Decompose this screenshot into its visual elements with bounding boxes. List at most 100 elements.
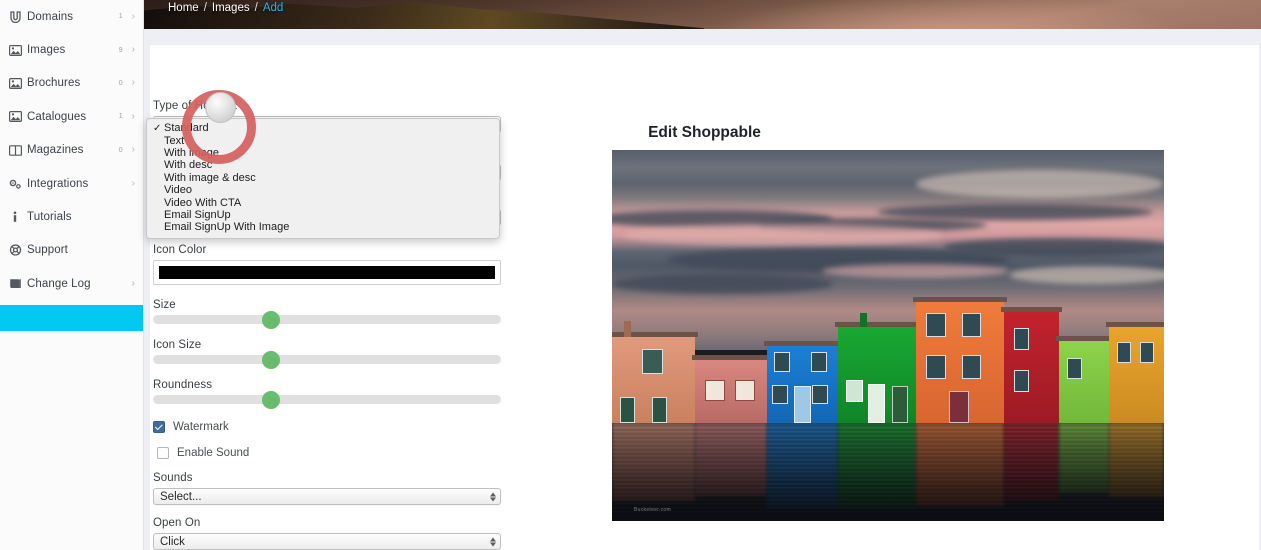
- chevron-right-icon: ›: [131, 44, 135, 56]
- size-label: Size: [153, 299, 176, 311]
- chevron-right-icon: ›: [131, 144, 135, 156]
- slider-track: [153, 315, 501, 324]
- checkmark-icon: ✓: [153, 122, 162, 134]
- chevron-right-icon: ›: [131, 77, 135, 89]
- sidebar-item-change-log[interactable]: Change Log ›: [0, 267, 143, 300]
- dropdown-option-email-signup[interactable]: Email SignUp: [147, 209, 499, 221]
- icon-size-slider[interactable]: [153, 350, 501, 369]
- dropdown-option-video-with-cta[interactable]: Video With CTA: [147, 196, 499, 209]
- dropdown-option-video[interactable]: Video: [147, 184, 499, 196]
- burano-photo: Bucketeer.com: [612, 150, 1164, 521]
- dropdown-option-with-image-and-desc[interactable]: With image & desc: [147, 172, 499, 184]
- shoppable-image-preview[interactable]: Bucketeer.com: [612, 150, 1164, 521]
- slider-thumb[interactable]: [262, 390, 281, 409]
- sidebar-item-badge: 1: [118, 13, 123, 21]
- open-on-select[interactable]: Click: [153, 533, 501, 550]
- window: [734, 379, 756, 402]
- sounds-value: Select...: [160, 490, 202, 503]
- breadcrumb-item-home[interactable]: Home: [168, 2, 199, 14]
- window: [651, 396, 667, 423]
- window: [812, 384, 829, 405]
- sidebar-item-brochures[interactable]: Brochures 0 ›: [0, 67, 143, 100]
- icon-color-input[interactable]: [153, 260, 501, 285]
- sidebar-item-images[interactable]: Images 9 ›: [0, 33, 143, 66]
- sidebar-item-badge: 0: [118, 146, 123, 154]
- house-pink: [691, 354, 770, 423]
- water-shadow: [612, 422, 1164, 521]
- window: [961, 313, 981, 338]
- cursor-pointer-icon: [205, 92, 236, 123]
- house-peach: [612, 320, 698, 423]
- house-green: [835, 312, 919, 423]
- image-watermark: Bucketeer.com: [634, 507, 671, 513]
- open-on-value: Click: [160, 535, 185, 548]
- roof: [691, 354, 770, 360]
- field-icon-size: Icon Size: [153, 339, 503, 369]
- image-icon: [8, 44, 22, 57]
- sidebar-item-badge: 0: [118, 79, 123, 87]
- open-on-label: Open On: [153, 517, 201, 529]
- window: [1116, 342, 1131, 364]
- chevron-right-icon: ›: [131, 10, 135, 22]
- sidebar-active-highlight[interactable]: [0, 305, 143, 331]
- slider-thumb[interactable]: [262, 310, 281, 329]
- sidebar-item-label: Domains: [27, 10, 74, 23]
- breadcrumb-item-add[interactable]: Add: [263, 2, 283, 14]
- window: [1139, 342, 1155, 364]
- watermark-label: Watermark: [173, 421, 229, 433]
- window: [773, 352, 790, 373]
- dropdown-option-email-signup-with-image[interactable]: Email SignUp With Image: [147, 221, 499, 233]
- field-size: Size: [153, 299, 503, 329]
- life-ring-icon: [8, 244, 22, 257]
- dropdown-option-label: Email SignUp With Image: [164, 221, 290, 234]
- breadcrumb-separator: /: [203, 2, 207, 14]
- dropdown-option-with-desc[interactable]: With desc: [147, 159, 499, 171]
- enable-sound-label: Enable Sound: [177, 447, 250, 459]
- slider-track: [153, 355, 501, 364]
- field-roundness: Roundness: [153, 379, 503, 409]
- cloud-shape: [876, 204, 1153, 221]
- slider-thumb[interactable]: [262, 350, 281, 369]
- sidebar-item-integrations[interactable]: Integrations ›: [0, 167, 143, 200]
- sidebar-item-label: Support: [27, 244, 68, 257]
- icon-size-label: Icon Size: [153, 339, 202, 351]
- enable-sound-checkbox[interactable]: [157, 447, 169, 459]
- house-red: [1000, 307, 1063, 423]
- roof: [763, 341, 842, 347]
- window: [846, 380, 864, 402]
- image-icon: [8, 77, 22, 90]
- watermark-checkbox[interactable]: [153, 421, 165, 433]
- sidebar-item-magazines[interactable]: Magazines 0 ›: [0, 134, 143, 167]
- sidebar-item-label: Catalogues: [27, 110, 87, 123]
- app-root: Domains 1 › Images 9 › Brochures 0 › Cat…: [0, 0, 1261, 550]
- house-orange: [912, 297, 1007, 423]
- roof: [835, 321, 919, 327]
- sidebar-item-support[interactable]: Support: [0, 234, 143, 267]
- chevron-right-icon: ›: [131, 110, 135, 122]
- chimney: [623, 320, 631, 337]
- sidebar-item-tutorials[interactable]: Tutorials: [0, 200, 143, 233]
- window: [1013, 327, 1030, 350]
- sidebar-item-label: Images: [27, 44, 66, 57]
- sounds-select[interactable]: Select...: [153, 488, 501, 505]
- field-enable-sound[interactable]: Enable Sound: [153, 447, 503, 459]
- sidebar-item-domains[interactable]: Domains 1 ›: [0, 0, 143, 33]
- header-banner: Home / Images / Add: [144, 0, 1261, 29]
- sidebar-item-badge: 9: [118, 46, 123, 54]
- roundness-slider[interactable]: [153, 390, 501, 409]
- breadcrumb-item-images[interactable]: Images: [212, 2, 250, 14]
- door: [949, 391, 969, 423]
- house-blue: [763, 341, 842, 423]
- chevron-right-icon: ›: [131, 177, 135, 189]
- cloud-shape: [821, 264, 1010, 279]
- cloud-shape: [623, 224, 944, 247]
- breadcrumb: Home / Images / Add: [168, 2, 283, 14]
- book-icon: [8, 277, 22, 290]
- sidebar: Domains 1 › Images 9 › Brochures 0 › Cat…: [0, 0, 144, 550]
- field-watermark[interactable]: Watermark: [153, 421, 503, 433]
- size-slider[interactable]: [153, 310, 501, 329]
- sidebar-item-catalogues[interactable]: Catalogues 1 ›: [0, 100, 143, 133]
- window: [1067, 357, 1082, 379]
- cloud-shape: [612, 274, 833, 295]
- window: [620, 396, 636, 423]
